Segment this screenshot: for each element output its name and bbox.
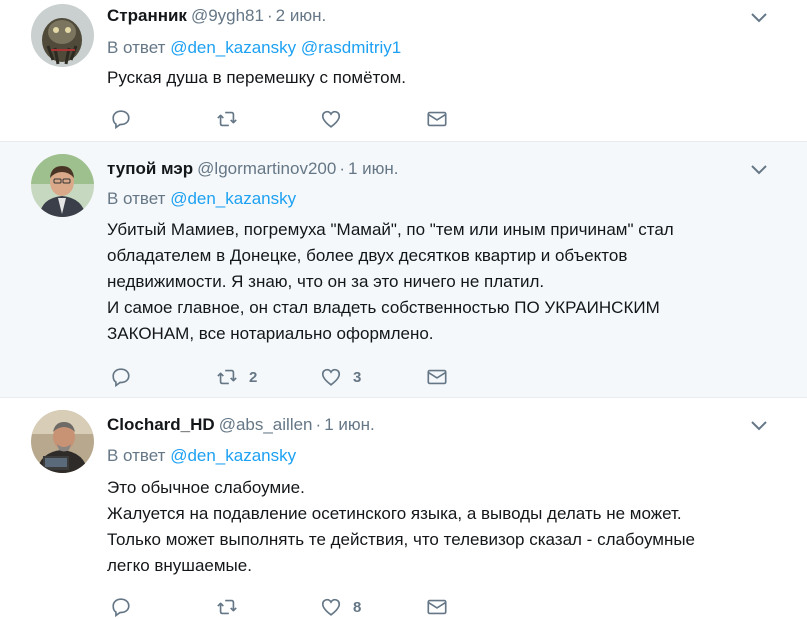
tweet-3[interactable]: Clochard_HD @abs_aillen · 1 июн. В ответ @d… xyxy=(0,398,807,619)
display-name[interactable]: тупой мэр xyxy=(107,159,193,178)
tweet-text-line: Только может выполнять те действия, что … xyxy=(107,530,696,549)
reply-button[interactable] xyxy=(110,365,132,389)
display-name[interactable]: Clochard_HD xyxy=(107,415,215,434)
user-handle[interactable]: @9ygh81 xyxy=(191,6,264,25)
retweet-icon xyxy=(217,111,237,127)
tweet-text: Это обычное слабоумие. Жалуется на подав… xyxy=(107,475,747,579)
tweet-2[interactable]: тупой мэр @lgormartinov200 · 1 июн. В ответ… xyxy=(0,142,807,398)
mention-link[interactable]: @den_kazansky xyxy=(170,189,296,208)
chevron-down-icon[interactable] xyxy=(751,164,767,176)
heart-icon xyxy=(321,110,341,128)
tweet-text: Руская душа в перемешку с помётом. xyxy=(107,65,747,91)
mention-link[interactable]: @rasdmitriy1 xyxy=(301,38,401,57)
reply-icon xyxy=(112,598,130,618)
separator-dot: · xyxy=(315,415,322,434)
mention-link[interactable]: @den_kazansky xyxy=(170,446,296,465)
tweet-1[interactable]: Странник @9ygh81 · 2 июн. В ответ @den_kaza… xyxy=(0,0,807,142)
user-handle[interactable]: @abs_aillen xyxy=(219,415,313,434)
avatar-image xyxy=(31,154,94,217)
avatar[interactable] xyxy=(31,4,94,67)
envelope-icon xyxy=(427,599,447,615)
retweet-button[interactable]: 2 xyxy=(216,365,257,389)
tweet-date[interactable]: 2 июн. xyxy=(276,6,327,25)
tweet-date[interactable]: 1 июн. xyxy=(348,159,399,178)
retweet-count: 2 xyxy=(249,368,258,386)
reply-prefix: В ответ xyxy=(107,189,166,208)
tweet-text: Убитый Мамиев, погремуха "Мамай", по "те… xyxy=(107,217,747,347)
tweet-text-line: Жалуется на подавление осетинского языка… xyxy=(107,504,682,523)
tweet-actions: 8 xyxy=(110,595,470,619)
tweet-actions: 2 3 xyxy=(110,365,470,389)
tweet-text-line: Руская душа в перемешку с помётом. xyxy=(107,68,407,87)
like-count: 3 xyxy=(353,368,362,386)
like-button[interactable]: 3 xyxy=(320,365,361,389)
tweet-actions xyxy=(110,107,470,131)
tweet-text-line: И самое главное, он стал владеть собстве… xyxy=(107,298,660,317)
heart-icon xyxy=(321,598,341,616)
tweet-text-line: Убитый Мамиев, погремуха "Мамай", по "те… xyxy=(107,220,674,239)
tweet-date[interactable]: 1 июн. xyxy=(324,415,375,434)
tweet-text-line: обладателем в Донецке, более двух десятк… xyxy=(107,246,628,265)
avatar[interactable] xyxy=(31,154,94,217)
avatar-image xyxy=(31,4,94,67)
direct-message-button[interactable] xyxy=(426,365,448,389)
retweet-icon xyxy=(217,369,237,385)
tweet-text-line: ЗАКОНАМ, все нотариально оформлено. xyxy=(107,324,434,343)
avatar[interactable] xyxy=(31,410,94,473)
display-name[interactable]: Странник xyxy=(107,6,187,25)
reply-prefix: В ответ xyxy=(107,446,166,465)
reply-context: В ответ @den_kazansky @rasdmitriy1 xyxy=(107,38,401,58)
reply-button[interactable] xyxy=(110,595,132,619)
reply-button[interactable] xyxy=(110,107,132,131)
tweet-header: Странник @9ygh81 · 2 июн. xyxy=(107,6,326,26)
reply-prefix: В ответ xyxy=(107,38,166,57)
reply-icon xyxy=(112,368,130,388)
reply-context: В ответ @den_kazansky xyxy=(107,189,296,209)
separator-dot: · xyxy=(339,159,345,178)
like-count: 8 xyxy=(353,598,362,616)
mention-link[interactable]: @den_kazansky xyxy=(170,38,296,57)
separator-dot: · xyxy=(266,6,273,25)
like-button[interactable]: 8 xyxy=(320,595,361,619)
retweet-button[interactable] xyxy=(216,107,249,131)
tweet-header: тупой мэр @lgormartinov200 · 1 июн. xyxy=(107,159,399,179)
heart-icon xyxy=(321,368,341,386)
tweet-header: Clochard_HD @abs_aillen · 1 июн. xyxy=(107,415,375,435)
envelope-icon xyxy=(427,111,447,127)
tweet-text-line: недвижимости. Я знаю, что он за это ниче… xyxy=(107,272,545,291)
user-handle[interactable]: @lgormartinov200 xyxy=(197,159,336,178)
chevron-down-icon[interactable] xyxy=(751,420,767,432)
retweet-button[interactable] xyxy=(216,595,249,619)
direct-message-button[interactable] xyxy=(426,107,448,131)
envelope-icon xyxy=(427,369,447,385)
like-button[interactable] xyxy=(320,107,353,131)
tweet-text-line: легко внушаемые. xyxy=(107,556,252,575)
avatar-image xyxy=(31,410,94,473)
reply-context: В ответ @den_kazansky xyxy=(107,446,296,466)
chevron-down-icon[interactable] xyxy=(751,12,767,24)
reply-icon xyxy=(112,110,130,130)
direct-message-button[interactable] xyxy=(426,595,448,619)
tweet-text-line: Это обычное слабоумие. xyxy=(107,478,305,497)
retweet-icon xyxy=(217,599,237,615)
